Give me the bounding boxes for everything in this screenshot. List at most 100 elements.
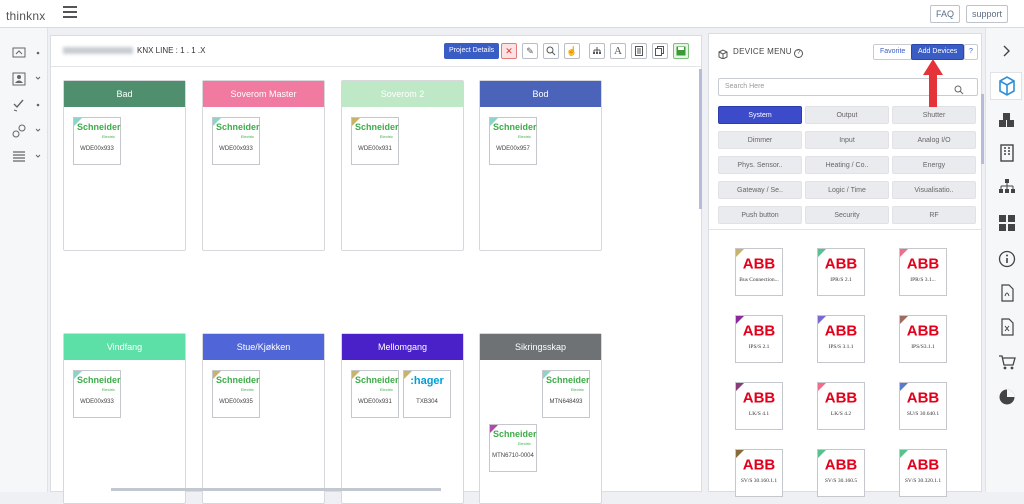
category-energy[interactable]: Energy — [892, 156, 976, 174]
document-icon[interactable] — [631, 43, 647, 59]
copy-icon[interactable] — [652, 43, 668, 59]
save-icon[interactable] — [673, 43, 689, 59]
category-security[interactable]: Security — [805, 206, 889, 224]
brand-logo: Schneider Electric — [216, 122, 260, 142]
catalog-device-tile[interactable]: ABB SU/S 30.640.1 — [899, 382, 947, 430]
vertical-scrollbar[interactable] — [699, 69, 702, 209]
device-tile[interactable]: Schneider Electric MTN648493 — [542, 370, 590, 418]
room-title[interactable]: Vindfang — [64, 334, 185, 360]
cubes-icon[interactable] — [998, 112, 1016, 130]
building-icon[interactable] — [998, 144, 1016, 162]
delete-icon[interactable]: ✕ — [501, 43, 517, 59]
hierarchy-icon[interactable] — [998, 178, 1016, 196]
category-system[interactable]: System — [718, 106, 802, 124]
cart-icon[interactable] — [998, 353, 1016, 371]
help-button[interactable]: ? — [964, 44, 978, 60]
catalog-device-tile[interactable]: ABB IPR/S 2.1 — [817, 248, 865, 296]
room-title[interactable]: Soverom 2 — [342, 81, 463, 107]
faq-button[interactable]: FAQ — [930, 5, 961, 23]
catalog-device-label: IPS/S 2.1 — [748, 344, 770, 350]
catalog-device-tile[interactable]: ABB IPS/S 2.1 — [735, 315, 783, 363]
category-analog-i-o[interactable]: Analog I/O — [892, 131, 976, 149]
favorite-button[interactable]: Favorite — [873, 44, 913, 60]
horizontal-scrollbar[interactable] — [111, 488, 441, 491]
help-circle-icon[interactable]: ? — [794, 49, 804, 58]
device-tile[interactable]: Schneider Electric WDE00x931 — [351, 117, 399, 165]
catalog-device-tile[interactable]: ABB IPS/S3.1.1 — [899, 315, 947, 363]
support-button[interactable]: support — [966, 5, 1009, 23]
svg-text:ABB: ABB — [907, 457, 940, 473]
room-title[interactable]: Bod — [480, 81, 601, 107]
room-card[interactable]: Soverom Master Schneider Electric WDE00x933 — [202, 80, 325, 251]
category-output[interactable]: Output — [805, 106, 889, 124]
device-tile[interactable]: Schneider Electric WDE00x935 — [212, 370, 260, 418]
room-card[interactable]: Vindfang Schneider Electric WDE00x933 — [63, 333, 186, 504]
pie-chart-icon[interactable] — [998, 388, 1016, 406]
checklist-icon[interactable] — [12, 98, 42, 116]
catalog-device-label: SV/S 30.160.5 — [824, 478, 858, 484]
room-title[interactable]: Soverom Master — [203, 81, 324, 107]
catalog-device-tile[interactable]: ABB IPS/S 3.1.1 — [817, 315, 865, 363]
device-menu-scrollbar[interactable] — [981, 94, 984, 164]
pdf-icon[interactable] — [998, 284, 1016, 302]
device-tile[interactable]: Schneider Electric WDE00x933 — [212, 117, 260, 165]
category-gateway-se[interactable]: Gateway / Se.. — [718, 181, 802, 199]
schneider-logo: Schneider Electric — [77, 122, 121, 139]
device-label: MTN6710-0004 — [492, 453, 534, 459]
category-phys-sensor[interactable]: Phys. Sensor.. — [718, 156, 802, 174]
room-title[interactable]: Bad — [64, 81, 185, 107]
catalog-device-tile[interactable]: ABB SV/S 30.160.1.1 — [735, 449, 783, 497]
device-tile[interactable]: Schneider Electric WDE00x931 — [351, 370, 399, 418]
room-card[interactable]: Mellomgang Schneider Electric WDE00x931:hag… — [341, 333, 464, 504]
category-dimmer[interactable]: Dimmer — [718, 131, 802, 149]
catalog-device-tile[interactable]: ABB LK/S 4.2 — [817, 382, 865, 430]
room-card[interactable]: Sikringsskap Schneider Electric MTN648493 Sc… — [479, 333, 602, 504]
category-push-button[interactable]: Push button — [718, 206, 802, 224]
device-tile[interactable]: Schneider Electric WDE00x957 — [489, 117, 537, 165]
divider — [709, 229, 981, 230]
cube-icon[interactable] — [990, 72, 1022, 100]
list-icon[interactable] — [12, 150, 42, 168]
pencil-icon[interactable]: ✎ — [522, 43, 538, 59]
hierarchy-icon[interactable] — [589, 43, 605, 59]
catalog-device-tile[interactable]: ABB Bus Connection... — [735, 248, 783, 296]
contact-icon[interactable] — [12, 72, 42, 90]
room-card[interactable]: Stue/Kjøkken Schneider Electric WDE00x935 — [202, 333, 325, 504]
catalog-device-tile[interactable]: ABB SV/S 30.320.1.1 — [899, 449, 947, 497]
device-label: WDE00x933 — [219, 146, 253, 152]
project-details-button[interactable]: Project Details — [444, 43, 500, 59]
room-title[interactable]: Stue/Kjøkken — [203, 334, 324, 360]
svg-text:ABB: ABB — [743, 323, 776, 339]
schneider-logo: Schneider Electric — [77, 375, 121, 392]
device-tile[interactable]: Schneider Electric WDE00x933 — [73, 117, 121, 165]
category-rf[interactable]: RF — [892, 206, 976, 224]
pointer-icon[interactable]: ☝ — [564, 43, 580, 59]
room-card[interactable]: Soverom 2 Schneider Electric WDE00x931 — [341, 80, 464, 251]
connections-icon[interactable] — [12, 124, 42, 142]
chevron-right-icon[interactable] — [998, 42, 1016, 60]
room-card[interactable]: Bad Schneider Electric WDE00x933 — [63, 80, 186, 251]
text-icon[interactable]: A — [610, 43, 626, 59]
svg-text:ABB: ABB — [743, 457, 776, 473]
catalog-device-tile[interactable]: ABB IPR/S 3.1... — [899, 248, 947, 296]
dashboard-icon[interactable] — [12, 46, 42, 64]
breadcrumb: KNX LINE : 1 . 1 .X — [63, 46, 205, 55]
category-logic-time[interactable]: Logic / Time — [805, 181, 889, 199]
device-tile[interactable]: Schneider Electric WDE00x933 — [73, 370, 121, 418]
device-tile[interactable]: Schneider Electric MTN6710-0004 — [489, 424, 537, 472]
category-visualisatio[interactable]: Visualisatio.. — [892, 181, 976, 199]
room-title[interactable]: Sikringsskap — [480, 334, 601, 360]
device-tile[interactable]: :hager TXB304 — [403, 370, 451, 418]
catalog-device-tile[interactable]: ABB LK/S 4.1 — [735, 382, 783, 430]
menu-icon[interactable] — [63, 6, 77, 18]
category-input[interactable]: Input — [805, 131, 889, 149]
room-card[interactable]: Bod Schneider Electric WDE00x957 — [479, 80, 602, 251]
excel-icon[interactable] — [998, 318, 1016, 336]
catalog-device-tile[interactable]: ABB SV/S 30.160.5 — [817, 449, 865, 497]
room-title[interactable]: Mellomgang — [342, 334, 463, 360]
search-icon[interactable] — [954, 82, 964, 100]
grid-icon[interactable] — [998, 214, 1016, 232]
search-icon[interactable] — [543, 43, 559, 59]
info-icon[interactable] — [998, 250, 1016, 268]
category-heating-co[interactable]: Heating / Co.. — [805, 156, 889, 174]
